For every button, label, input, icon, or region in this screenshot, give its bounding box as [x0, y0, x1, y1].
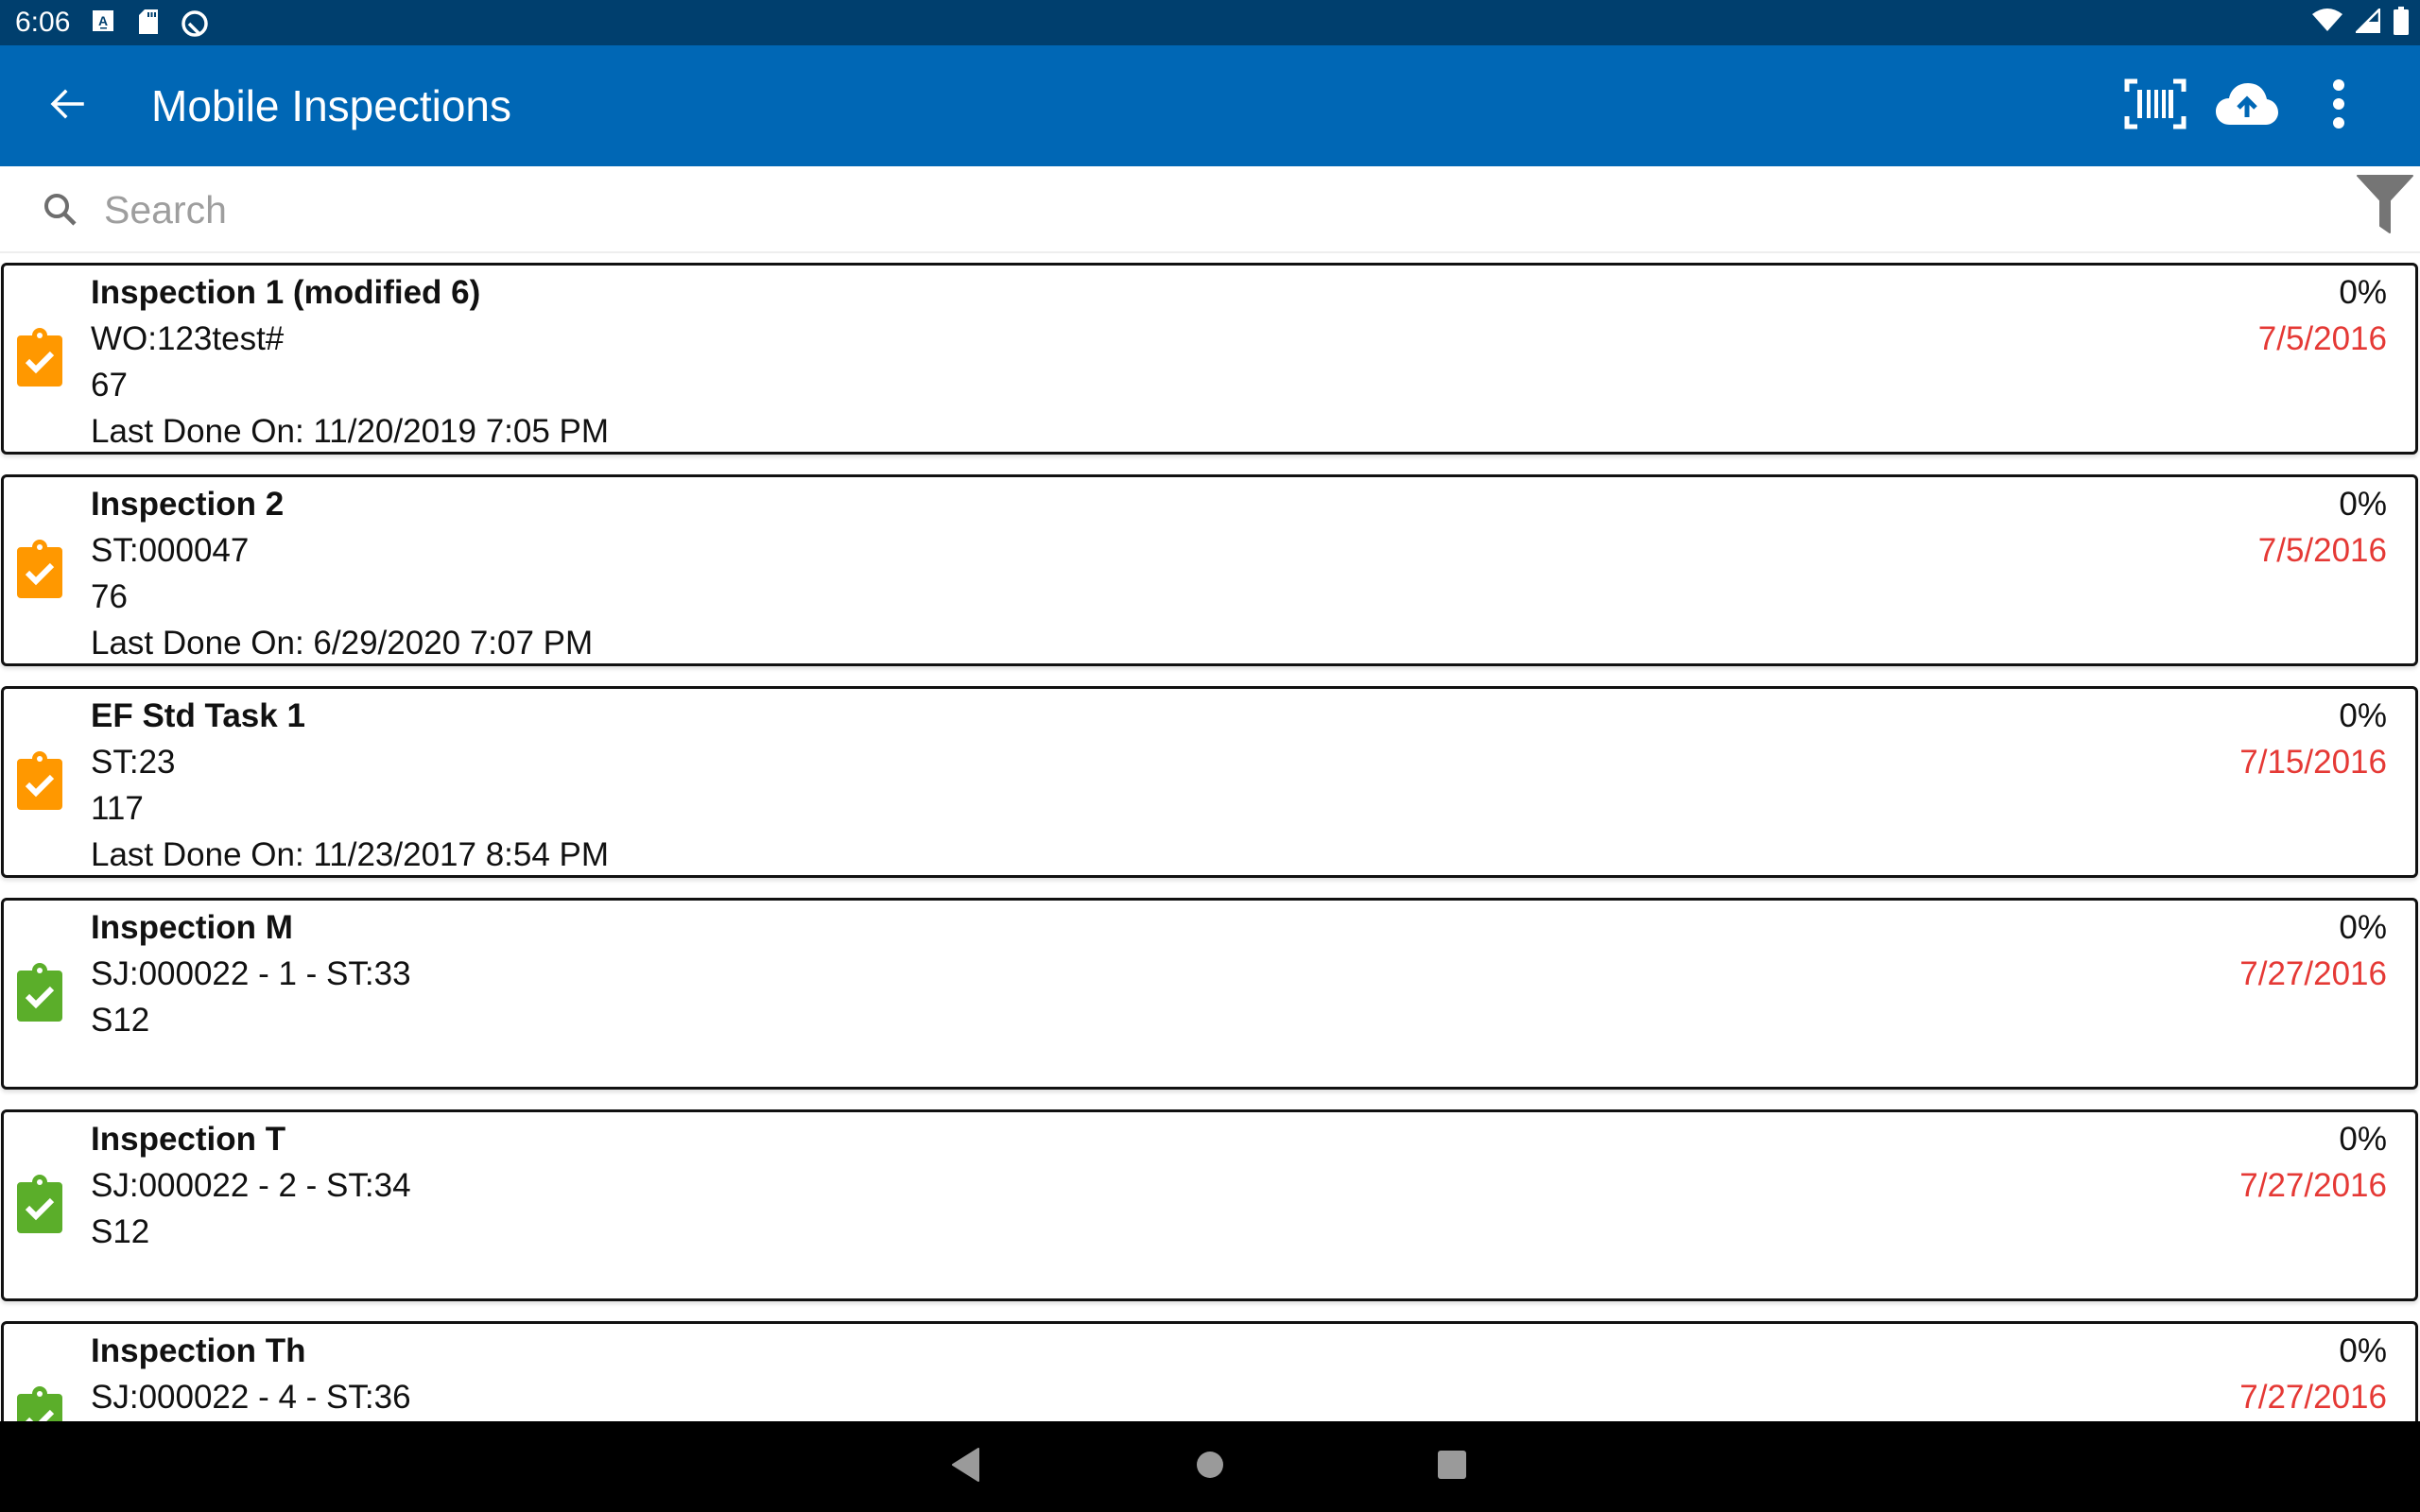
nav-home-button[interactable] [1182, 1444, 1238, 1489]
inspection-ref: ST:23 [91, 744, 176, 781]
search-icon [40, 189, 81, 231]
inspection-title: EF Std Task 1 [91, 697, 305, 734]
cloud-upload-icon [2215, 81, 2279, 131]
accessibility-a-icon: A [93, 9, 115, 39]
clipboard-check-icon [17, 328, 62, 387]
inspection-percent: 0% [2339, 274, 2387, 311]
data-saver-icon [180, 9, 210, 43]
search-bar [0, 166, 2420, 253]
inspection-card[interactable]: EF Std Task 1 ST:23 117 Last Done On: 11… [1, 686, 2418, 878]
back-triangle-icon [952, 1447, 980, 1486]
more-options-button[interactable] [2301, 72, 2377, 140]
back-button[interactable] [34, 79, 100, 132]
inspection-percent: 0% [2339, 1332, 2387, 1369]
inspection-due-date: 7/27/2016 [2239, 1379, 2387, 1416]
inspection-percent: 0% [2339, 909, 2387, 946]
status-time: 6:06 [15, 7, 71, 38]
inspection-card[interactable]: Inspection 2 ST:000047 76 Last Done On: … [1, 474, 2418, 666]
app-toolbar: Mobile Inspections [0, 45, 2420, 166]
status-icons-right [2312, 6, 2409, 40]
barcode-scan-icon [2124, 78, 2187, 134]
inspection-due-date: 7/15/2016 [2239, 744, 2387, 781]
home-circle-icon [1196, 1451, 1224, 1484]
sd-card-icon [137, 9, 160, 41]
inspection-ref: SJ:000022 - 4 - ST:36 [91, 1379, 411, 1416]
clipboard-check-icon [17, 1175, 62, 1233]
inspection-last-done: Last Done On: 11/23/2017 8:54 PM [91, 836, 610, 873]
inspection-code: 76 [91, 578, 128, 615]
inspection-ref: WO:123test# [91, 320, 285, 357]
inspection-ref: SJ:000022 - 2 - ST:34 [91, 1167, 411, 1204]
nav-recents-button[interactable] [1424, 1444, 1480, 1489]
clipboard-check-icon [17, 1386, 62, 1421]
cloud-upload-button[interactable] [2209, 72, 2285, 140]
arrow-left-icon [50, 89, 84, 124]
barcode-scan-button[interactable] [2118, 72, 2193, 140]
inspection-ref: ST:000047 [91, 532, 250, 569]
inspection-title: Inspection T [91, 1121, 286, 1158]
search-input[interactable] [104, 181, 2278, 238]
recents-square-icon [1438, 1450, 1466, 1484]
inspection-due-date: 7/5/2016 [2257, 532, 2387, 569]
inspection-list[interactable]: Inspection 1 (modified 6) WO:123test# 67… [0, 263, 2420, 1421]
inspection-percent: 0% [2339, 486, 2387, 523]
status-bar: 6:06 A [0, 0, 2420, 45]
battery-icon [2394, 6, 2409, 40]
inspection-title: Inspection Th [91, 1332, 306, 1369]
filter-button[interactable] [2352, 172, 2418, 240]
inspection-percent: 0% [2339, 1121, 2387, 1158]
nav-back-button[interactable] [938, 1444, 994, 1489]
more-vert-icon [2331, 78, 2346, 133]
system-nav-bar [0, 1421, 2420, 1512]
clipboard-check-icon [17, 540, 62, 598]
inspection-code: 67 [91, 367, 128, 404]
inspection-title: Inspection M [91, 909, 293, 946]
inspection-ref: SJ:000022 - 1 - ST:33 [91, 955, 411, 992]
filter-icon [2356, 174, 2414, 239]
inspection-due-date: 7/5/2016 [2257, 320, 2387, 357]
page-title: Mobile Inspections [151, 81, 511, 130]
clipboard-check-icon [17, 963, 62, 1022]
inspection-code: S12 [91, 1213, 150, 1250]
inspection-last-done: Last Done On: 11/20/2019 7:05 PM [91, 413, 610, 450]
signal-icon [2353, 6, 2381, 38]
inspection-card[interactable]: Inspection 1 (modified 6) WO:123test# 67… [1, 263, 2418, 455]
inspection-card[interactable]: Inspection Th SJ:000022 - 4 - ST:36 0% 7… [1, 1321, 2418, 1421]
svg-text:A: A [98, 13, 108, 28]
inspection-last-done: Last Done On: 6/29/2020 7:07 PM [91, 625, 594, 662]
inspection-code: S12 [91, 1002, 150, 1039]
inspection-title: Inspection 2 [91, 486, 285, 523]
inspection-code: 117 [91, 790, 144, 827]
inspection-percent: 0% [2339, 697, 2387, 734]
inspection-title: Inspection 1 (modified 6) [91, 274, 481, 311]
inspection-due-date: 7/27/2016 [2239, 1167, 2387, 1204]
inspection-card[interactable]: Inspection M SJ:000022 - 1 - ST:33 S12 0… [1, 898, 2418, 1090]
inspection-due-date: 7/27/2016 [2239, 955, 2387, 992]
inspection-card[interactable]: Inspection T SJ:000022 - 2 - ST:34 S12 0… [1, 1109, 2418, 1301]
clipboard-check-icon [17, 751, 62, 810]
wifi-icon [2312, 8, 2342, 38]
